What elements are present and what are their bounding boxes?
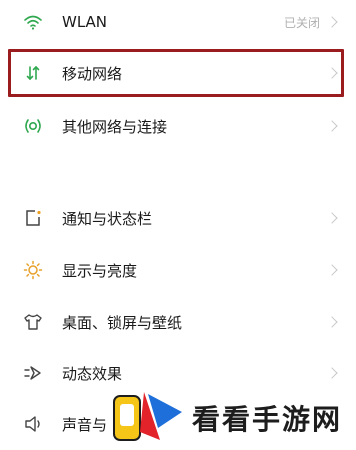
brightness-icon xyxy=(22,259,44,281)
settings-row-other-connections[interactable]: 其他网络与连接 xyxy=(0,104,356,148)
settings-row-wlan[interactable]: WLAN 已关闭 xyxy=(0,0,356,44)
wlan-status-value: 已关闭 xyxy=(283,15,320,30)
settings-row-label: 其他网络与连接 xyxy=(62,117,168,136)
settings-row-label: 声音与 xyxy=(62,415,108,434)
dynamic-effect-icon xyxy=(22,362,44,384)
wifi-icon xyxy=(22,11,44,33)
settings-row-notifications[interactable]: 通知与状态栏 xyxy=(0,196,356,240)
settings-row-display[interactable]: 显示与亮度 xyxy=(0,248,356,292)
settings-row-label: WLAN xyxy=(62,13,108,31)
chevron-right-icon xyxy=(326,264,338,276)
chevron-right-icon xyxy=(326,367,338,379)
notification-icon xyxy=(22,207,44,229)
settings-row-label: 桌面、锁屏与壁纸 xyxy=(62,313,183,332)
chevron-right-icon xyxy=(326,16,338,28)
chevron-right-icon xyxy=(326,316,338,328)
chevron-right-icon xyxy=(326,212,338,224)
settings-row-label: 通知与状态栏 xyxy=(62,209,153,228)
watermark-text: 看看手游网 xyxy=(192,403,343,436)
chevron-right-icon xyxy=(326,120,338,132)
settings-row-label: 显示与亮度 xyxy=(62,261,138,280)
shirt-icon xyxy=(22,311,44,333)
settings-row-label: 移动网络 xyxy=(62,64,123,83)
chevron-right-icon xyxy=(326,67,338,79)
watermark-logo-icon xyxy=(113,392,182,441)
settings-row-mobile-network[interactable]: 移动网络 xyxy=(0,51,356,95)
settings-row-wallpaper[interactable]: 桌面、锁屏与壁纸 xyxy=(0,300,356,344)
watermark: 看看手游网 xyxy=(110,388,356,444)
settings-row-label: 动态效果 xyxy=(62,364,123,383)
mobile-data-icon xyxy=(22,62,44,84)
sound-icon xyxy=(22,413,44,435)
connection-icon xyxy=(22,115,44,137)
